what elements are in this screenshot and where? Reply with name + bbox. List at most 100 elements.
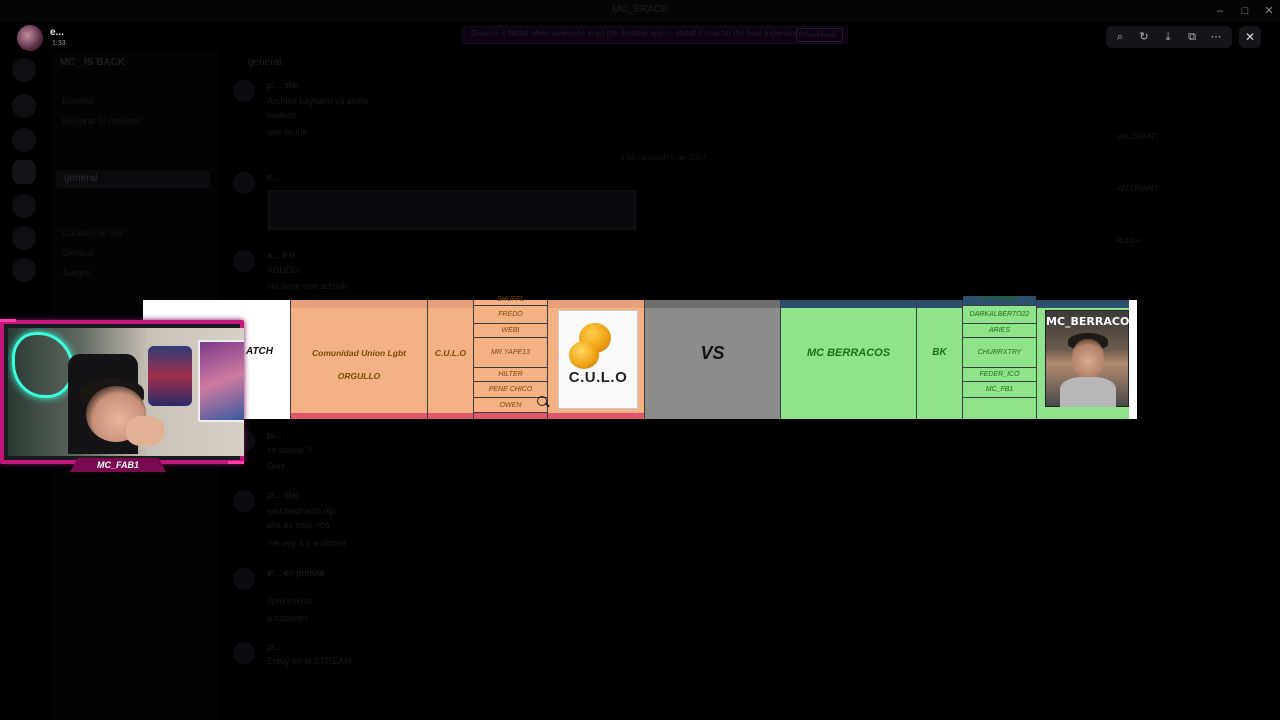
message-text: me voy a ir a dormir <box>267 538 347 548</box>
team2-tag: BK <box>932 347 947 358</box>
neon-light <box>12 332 74 398</box>
zoom-in-icon[interactable]: ⌕ <box>1108 26 1132 48</box>
message-text: Dale <box>267 461 286 471</box>
message-text: las tiene que admitir <box>267 281 348 291</box>
team1-logo-cell: C.U.L.O <box>548 300 645 419</box>
message-text: se puede ? <box>267 445 312 455</box>
team1-band-bottom <box>474 413 547 419</box>
message-text: que bruhe <box>267 127 308 137</box>
roster-player: SHUFFL <box>474 296 547 306</box>
message-text: Estoy en el STREAM <box>267 656 352 666</box>
notice-banner-text: Discord is better when everyone is on th… <box>471 29 804 38</box>
roster-player: DARKALBERTO22 <box>963 306 1036 324</box>
avatar[interactable] <box>233 642 255 664</box>
server-icon[interactable] <box>12 258 36 282</box>
rotate-icon[interactable]: ↻ <box>1132 26 1156 48</box>
channel-label: general <box>64 173 98 184</box>
minimize-button[interactable]: – <box>1210 3 1230 19</box>
streamer-name-tag: MC_FAB1 <box>70 458 166 472</box>
roster-player: ARIES <box>963 324 1036 338</box>
server-name[interactable]: MC_ IS BACK <box>60 57 125 68</box>
team2-tag-cell: BK <box>917 300 963 419</box>
image-attachment-thumb[interactable] <box>268 190 636 230</box>
team1-band-top <box>428 300 473 308</box>
server-icon[interactable] <box>12 128 36 152</box>
window-close-button[interactable]: ✕ <box>1259 3 1279 19</box>
post-time: 1:33 <box>52 40 66 47</box>
server-icon[interactable] <box>12 160 36 184</box>
channel-category[interactable]: Canales de voz <box>62 228 124 238</box>
message-author[interactable]: pi... <box>267 642 282 652</box>
team1-tag: C.U.L.O <box>434 348 467 358</box>
channel-item[interactable]: Eventos <box>62 96 95 106</box>
avatar[interactable] <box>233 568 255 590</box>
activity-item[interactable]: VALORANT <box>1116 132 1159 141</box>
vs-band-top <box>645 300 780 308</box>
message-text: XDDDD <box>267 265 300 275</box>
frame-accent <box>0 319 16 322</box>
team1-logo-text: C.U.L.O <box>568 369 628 386</box>
channel-item[interactable]: General <box>62 248 94 258</box>
team2-logo-text: MC_BERRACOS <box>1046 315 1138 328</box>
roster-player: WEBI <box>474 324 547 338</box>
server-icon[interactable] <box>12 194 36 218</box>
roster-player: FEDER_ICO <box>963 368 1036 382</box>
team1-fullname-sub: ORGULLO <box>337 371 381 381</box>
message-text: Archive kaysaim ya ekela <box>267 96 369 106</box>
streamer-hand <box>126 416 164 446</box>
team2-roster: CP GAMER DARKALBERTO22 ARIES CHURRXTRY F… <box>963 296 1037 419</box>
more-icon[interactable]: ⋯ <box>1204 26 1228 48</box>
team2-name-cell: MC BERRACOS <box>781 300 917 419</box>
message-text: a capones <box>267 613 309 623</box>
vs-cell: VS <box>645 300 781 419</box>
team2-name: MC BERRACOS <box>806 347 891 359</box>
notice-banner: Discord is better when everyone is on th… <box>462 26 848 44</box>
server-icon[interactable] <box>12 94 36 118</box>
roster-player: CP GAMER <box>963 296 1036 306</box>
maximize-button[interactable]: □ <box>1235 3 1255 19</box>
team1-band-top <box>291 300 427 308</box>
team2-band-top <box>917 300 962 308</box>
message-author[interactable]: pi... star <box>267 490 299 500</box>
team1-tag-cell: C.U.L.O <box>428 300 474 419</box>
window-title: MC_BRACK <box>612 4 668 15</box>
avatar[interactable] <box>233 80 255 102</box>
author-avatar[interactable] <box>17 25 43 51</box>
server-icon[interactable] <box>12 226 36 250</box>
avatar[interactable] <box>233 250 255 272</box>
egg-icon <box>569 341 599 369</box>
frame-accent <box>228 461 244 464</box>
team1-band-bottom <box>548 413 644 419</box>
close-viewer-button[interactable]: ✕ <box>1239 26 1261 48</box>
webcam-overlay: MC_FAB1 <box>0 319 246 472</box>
server-icon[interactable] <box>12 58 36 82</box>
window-titlebar: MC_BRACK – □ ✕ <box>0 0 1280 22</box>
team2-logo-cell: MC_BERRACOS <box>1037 300 1138 419</box>
author-name[interactable]: e... <box>50 27 64 38</box>
notice-banner-button[interactable]: Download <box>795 28 843 42</box>
avatar[interactable] <box>233 490 255 512</box>
zoom-cursor-icon <box>537 396 547 406</box>
avatar[interactable] <box>233 172 255 194</box>
message-author[interactable]: el... en portela <box>267 568 324 578</box>
message-author[interactable]: e... <box>267 172 280 182</box>
channel-item[interactable]: Explorar el servidor <box>62 116 140 126</box>
webcam-video <box>8 328 244 456</box>
open-external-icon[interactable]: ⧉ <box>1180 26 1204 48</box>
download-icon[interactable]: ⤓ <box>1156 26 1180 48</box>
activity-item[interactable]: Roblox <box>1116 236 1141 245</box>
image-viewer-toolbar: ⌕ ↻ ⤓ ⧉ ⋯ <box>1106 26 1232 48</box>
team2-band-top <box>781 300 916 308</box>
message-author[interactable]: a... 9.0 <box>267 250 295 260</box>
team1-band-bottom <box>291 413 427 419</box>
bracket-image: ATCH Comunidad Union Lgbt ORGULLO C.U.L.… <box>143 296 1138 419</box>
team1-fullname: Comunidad Union Lgbt <box>312 348 406 358</box>
image-edge <box>1129 300 1137 419</box>
message-author[interactable]: pi... star <box>267 80 299 90</box>
channel-item[interactable]: Juegos <box>62 268 91 278</box>
message-author[interactable]: pi... <box>267 430 282 440</box>
roster-player: CHURRXTRY <box>963 338 1036 368</box>
activity-item[interactable]: VALORANT <box>1116 184 1159 193</box>
message-text: 2pm mikrot <box>267 596 312 606</box>
channel-item-active[interactable]: general <box>56 170 210 188</box>
